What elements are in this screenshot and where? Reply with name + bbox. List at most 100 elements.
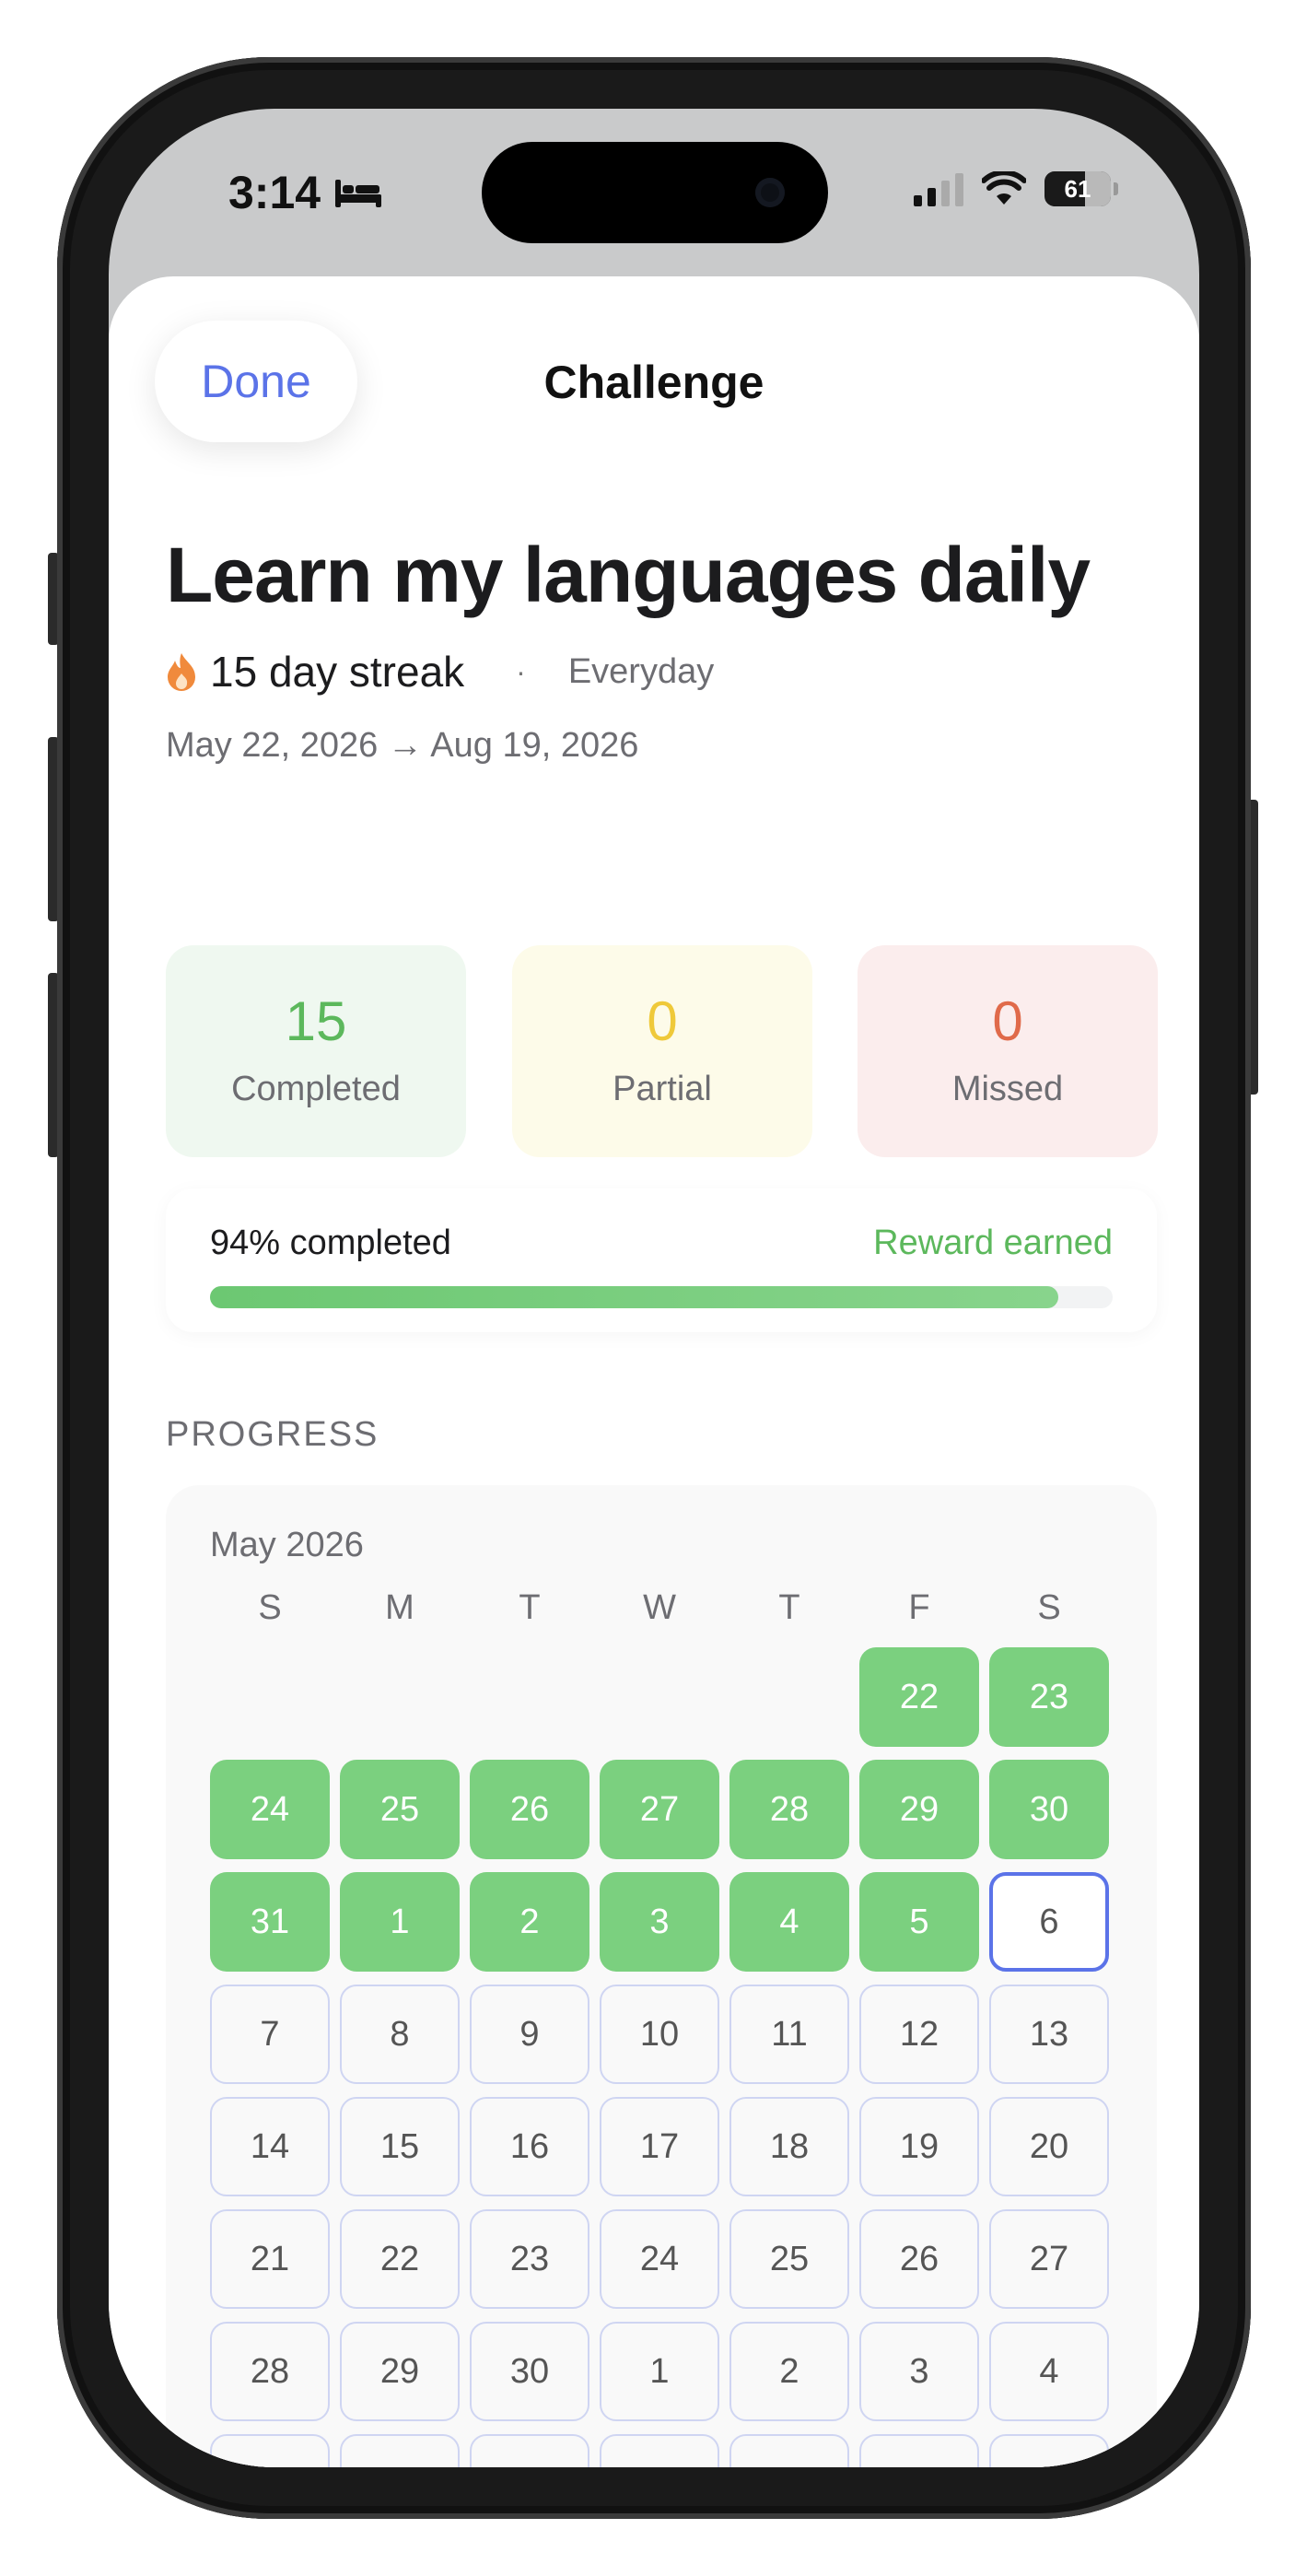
progress-bar — [210, 1286, 1113, 1308]
weekday-header: W — [643, 1588, 676, 1627]
weekday-header: S — [1037, 1588, 1061, 1627]
calendar-day[interactable]: 13 — [989, 1985, 1109, 2084]
stat-completed-label: Completed — [231, 1069, 401, 1108]
stat-missed-label: Missed — [951, 1069, 1064, 1108]
calendar-day[interactable]: 5 — [210, 2434, 330, 2467]
calendar-day[interactable]: 29 — [340, 2322, 460, 2421]
calendar-day[interactable]: 23 — [470, 2209, 589, 2309]
calendar-day[interactable]: 26 — [859, 2209, 979, 2309]
calendar-day[interactable]: 24 — [600, 2209, 719, 2309]
wifi-icon — [982, 171, 1026, 205]
calendar-day[interactable]: 16 — [470, 2097, 589, 2196]
calendar-day[interactable]: 3 — [859, 2322, 979, 2421]
weekday-header: S — [258, 1588, 282, 1627]
calendar-empty-cell — [340, 1647, 460, 1747]
calendar-day-completed[interactable]: 3 — [600, 1872, 719, 1972]
stat-partial-label: Partial — [613, 1069, 712, 1108]
challenge-title: Learn my languages daily — [166, 532, 1091, 618]
calendar-day-completed[interactable]: 1 — [340, 1872, 460, 1972]
calendar-day[interactable]: 6 — [340, 2434, 460, 2467]
calendar-day[interactable]: 20 — [989, 2097, 1109, 2196]
status-time-text: 3:14 — [228, 167, 321, 218]
calendar-day-completed[interactable]: 29 — [859, 1760, 979, 1859]
calendar-day[interactable]: 7 — [210, 1985, 330, 2084]
stat-partial: 0 Partial — [512, 945, 812, 1157]
calendar-day[interactable]: 8 — [600, 2434, 719, 2467]
stat-partial-value: 0 — [647, 989, 678, 1052]
challenge-meta: 15 day streak · Everyday — [166, 647, 714, 697]
status-bar-indicators: 61 — [914, 171, 1118, 206]
progress-section-label: PROGRESS — [166, 1415, 379, 1454]
calendar-day[interactable]: 22 — [340, 2209, 460, 2309]
stat-completed-value: 15 — [285, 989, 347, 1052]
calendar-day[interactable]: 11 — [729, 1985, 849, 2084]
status-bar-time: 3:14 — [228, 166, 383, 219]
battery-icon: 61 — [1044, 171, 1118, 206]
calendar-empty-cell — [600, 1647, 719, 1747]
flame-icon — [168, 653, 195, 691]
progress-label: 94% completed — [210, 1224, 451, 1262]
calendar-day-completed[interactable]: 2 — [470, 1872, 589, 1972]
calendar-day[interactable]: 17 — [600, 2097, 719, 2196]
weekday-header: F — [908, 1588, 930, 1627]
weekday-header: T — [519, 1588, 541, 1627]
bed-icon — [335, 180, 382, 207]
calendar-grid: S M T W T F S 22 23 24 25 26 27 28 29 30 31 1 2 3 4 5 6 7 8 9 10 11… — [210, 1588, 1109, 2467]
date-range: May 22, 2026 → Aug 19, 2026 — [166, 726, 639, 765]
weekday-header: T — [778, 1588, 800, 1627]
calendar-day[interactable]: 19 — [859, 2097, 979, 2196]
weekday-header: M — [385, 1588, 414, 1627]
frequency-text: Everyday — [567, 651, 715, 691]
calendar-day[interactable]: 27 — [989, 2209, 1109, 2309]
reward-status: Reward earned — [873, 1224, 1113, 1262]
cellular-signal-icon — [914, 171, 963, 206]
stat-completed: 15 Completed — [166, 945, 466, 1157]
stat-missed-value: 0 — [992, 989, 1023, 1052]
calendar-day[interactable]: 11 — [989, 2434, 1109, 2467]
progress-bar-fill — [210, 1286, 1059, 1308]
calendar-day-completed[interactable]: 30 — [989, 1760, 1109, 1859]
calendar-day[interactable]: 9 — [470, 1985, 589, 2084]
calendar-day-today[interactable]: 6 — [989, 1872, 1109, 1972]
calendar-day-completed[interactable]: 23 — [989, 1647, 1109, 1747]
nav-title: Challenge — [543, 357, 764, 408]
calendar-day[interactable]: 30 — [470, 2322, 589, 2421]
calendar-day[interactable]: 10 — [859, 2434, 979, 2467]
calendar-day[interactable]: 12 — [859, 1985, 979, 2084]
calendar-day[interactable]: 2 — [729, 2322, 849, 2421]
calendar-empty-cell — [210, 1647, 330, 1747]
streak-text: 15 day streak — [210, 648, 465, 696]
calendar-day-completed[interactable]: 4 — [729, 1872, 849, 1972]
calendar-day-completed[interactable]: 31 — [210, 1872, 330, 1972]
calendar-day-completed[interactable]: 26 — [470, 1760, 589, 1859]
calendar-day-completed[interactable]: 5 — [859, 1872, 979, 1972]
screen: 3:14 61 Done Challenge Learn my language… — [109, 109, 1199, 2467]
calendar-day[interactable]: 21 — [210, 2209, 330, 2309]
calendar-day[interactable]: 1 — [600, 2322, 719, 2421]
calendar-empty-cell — [470, 1647, 589, 1747]
calendar-empty-cell — [729, 1647, 849, 1747]
calendar-day[interactable]: 4 — [989, 2322, 1109, 2421]
calendar-card: May 2026 S M T W T F S 22 23 24 25 26 27 28 29 30 31 1 2 3 4… — [166, 1485, 1157, 2467]
calendar-day[interactable]: 15 — [340, 2097, 460, 2196]
front-camera — [755, 178, 785, 207]
calendar-day[interactable]: 25 — [729, 2209, 849, 2309]
calendar-day-completed[interactable]: 25 — [340, 1760, 460, 1859]
calendar-day[interactable]: 10 — [600, 1985, 719, 2084]
calendar-day[interactable]: 28 — [210, 2322, 330, 2421]
dynamic-island — [482, 142, 828, 243]
progress-card: 94% completed Reward earned — [166, 1188, 1157, 1332]
calendar-day-completed[interactable]: 22 — [859, 1647, 979, 1747]
calendar-day[interactable]: 9 — [729, 2434, 849, 2467]
calendar-day-completed[interactable]: 28 — [729, 1760, 849, 1859]
calendar-day-completed[interactable]: 27 — [600, 1760, 719, 1859]
calendar-day-completed[interactable]: 24 — [210, 1760, 330, 1859]
challenge-sheet: Done Challenge Learn my languages daily … — [109, 276, 1199, 2467]
battery-level: 61 — [1064, 174, 1091, 203]
calendar-day[interactable]: 8 — [340, 1985, 460, 2084]
calendar-month: May 2026 — [210, 1526, 364, 1564]
meta-separator: · — [516, 654, 526, 688]
calendar-day[interactable]: 7 — [470, 2434, 589, 2467]
calendar-day[interactable]: 14 — [210, 2097, 330, 2196]
calendar-day[interactable]: 18 — [729, 2097, 849, 2196]
